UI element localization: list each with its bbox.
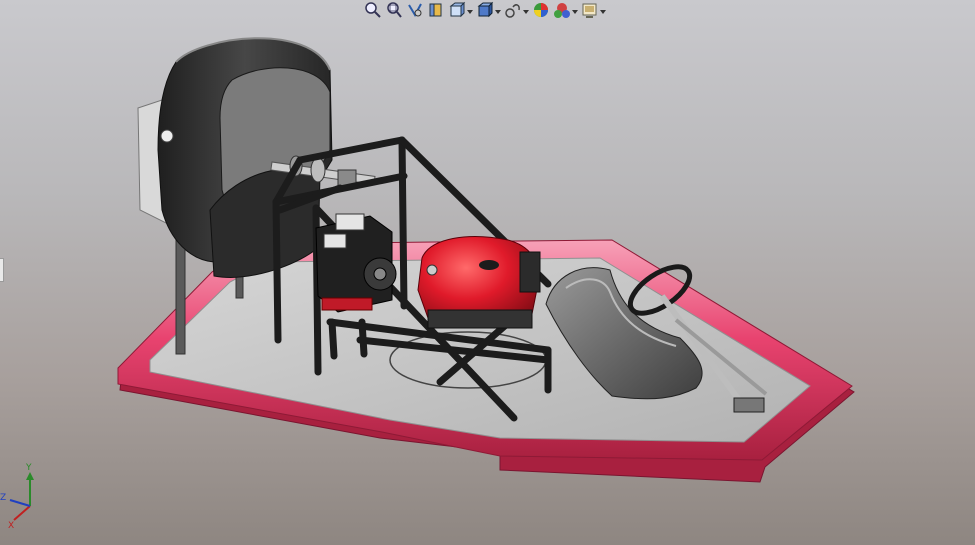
section-view-button[interactable] (427, 0, 445, 20)
chevron-down-icon (572, 10, 578, 14)
engine-base (427, 309, 533, 329)
frame-tube (328, 318, 338, 360)
display-style-button[interactable] (476, 0, 501, 20)
previous-view-icon (408, 3, 422, 18)
graphics-viewport[interactable]: Y X Z (0, 0, 975, 545)
main-engine[interactable] (417, 236, 541, 329)
engine-block-left[interactable] (315, 213, 397, 313)
task-pane-collapse-tab[interactable] (0, 258, 4, 282)
engine-side-panel (519, 251, 541, 293)
triad-z-label: Z (0, 493, 6, 503)
triad-x-axis (13, 505, 31, 521)
chevron-down-icon (467, 10, 473, 14)
triad-y-label: Y (25, 463, 32, 473)
engine-knob (426, 264, 438, 276)
edit-appearance-button[interactable] (532, 0, 550, 20)
coordinate-triad: Y X Z (0, 463, 34, 531)
chevron-down-icon (523, 10, 529, 14)
apply-scene-button[interactable] (553, 0, 578, 20)
triad-z-axis (9, 499, 31, 507)
triad-x-label: X (8, 521, 14, 531)
zoom-to-fit-button[interactable] (364, 0, 382, 20)
zoom-to-area-icon (387, 2, 402, 18)
triad-y-arrow (26, 472, 34, 480)
zoom-to-area-button[interactable] (385, 0, 403, 20)
frame-tube (398, 136, 408, 310)
edit-appearance-icon (534, 3, 548, 17)
view-settings-button[interactable] (581, 0, 606, 20)
frame-tube (272, 198, 282, 344)
hide-show-items-button[interactable] (504, 0, 529, 20)
flywheel-hub (373, 267, 387, 281)
apply-scene-icon (554, 3, 570, 18)
view-orientation-button[interactable] (448, 0, 473, 20)
steering-base (733, 397, 765, 413)
display-style-icon (477, 1, 494, 18)
hide-show-items-icon (505, 4, 520, 18)
chevron-down-icon (495, 10, 501, 14)
engine-label-plate (335, 213, 365, 231)
chevron-down-icon (600, 10, 606, 14)
zoom-to-fit-icon (365, 2, 381, 18)
view-settings-icon (582, 3, 597, 18)
duct-bolt (160, 129, 174, 143)
previous-view-button[interactable] (406, 0, 424, 20)
heads-up-view-toolbar (364, 0, 606, 20)
engine-mount-red (321, 297, 373, 311)
shaft-pulley (310, 157, 326, 183)
view-orientation-icon (449, 1, 466, 18)
engine-label-plate (323, 233, 347, 249)
section-view-icon (429, 3, 442, 17)
fuel-cap (479, 260, 499, 270)
